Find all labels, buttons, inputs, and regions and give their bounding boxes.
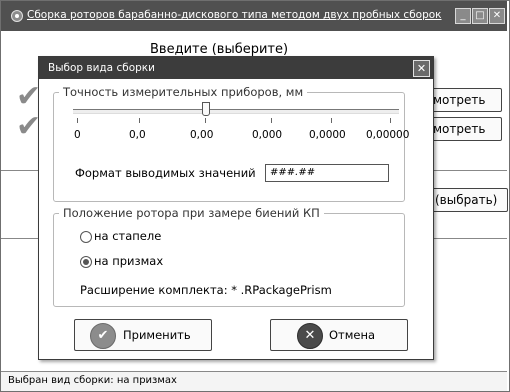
package-extension-text: Расширение комплекта: * .RPackagePrism — [80, 283, 332, 297]
main-content-title: Введите (выберите) — [150, 42, 289, 57]
dialog-title-bar: Выбор вида сборки ✕ — [39, 57, 433, 79]
cancel-button-label: Отмена — [329, 328, 376, 342]
scale-label-1: 0,0 — [129, 129, 146, 141]
cancel-button[interactable]: ✕ Отмена — [270, 319, 408, 351]
main-title-bar: Сборка роторов барабанно-дискового типа … — [1, 1, 507, 31]
scale-label-3: 0,000 — [252, 129, 283, 141]
close-button[interactable]: ✕ — [489, 8, 505, 24]
apply-button-label: Применить — [123, 328, 191, 342]
slider-tick — [139, 118, 140, 123]
slider-tick — [205, 118, 206, 123]
assembly-type-dialog: Выбор вида сборки ✕ Точность измерительн… — [38, 56, 434, 360]
maximize-button[interactable]: □ — [472, 8, 488, 24]
format-input[interactable] — [265, 164, 389, 182]
dialog-title: Выбор вида сборки — [48, 62, 155, 74]
main-window-title: Сборка роторов барабанно-дискового типа … — [27, 9, 442, 21]
scale-label-5: 0,00000 — [366, 129, 410, 141]
view-button-2[interactable]: мотреть — [428, 117, 502, 141]
format-label: Формат выводимых значений — [75, 166, 256, 180]
checkmark-icon: ✔ — [90, 323, 116, 349]
precision-group-legend: Точность измерительных приборов, мм — [59, 85, 308, 99]
select-button[interactable]: (выбрать) — [430, 188, 508, 212]
view-button-1[interactable]: мотреть — [428, 88, 502, 112]
dialog-close-button[interactable]: ✕ — [413, 60, 430, 77]
slider-tick — [390, 118, 391, 123]
window-menu-icon[interactable] — [11, 10, 23, 22]
radio-on-prisms[interactable] — [80, 256, 92, 268]
apply-button[interactable]: ✔ Применить — [74, 319, 212, 351]
precision-slider-thumb[interactable] — [202, 102, 210, 116]
scale-label-0: 0 — [74, 129, 81, 141]
scale-label-4: 0,0000 — [309, 129, 346, 141]
radio-on-stand-label[interactable]: на стапеле — [94, 229, 161, 243]
rotor-position-legend: Положение ротора при замере биений КП — [59, 206, 324, 220]
slider-tick — [271, 118, 272, 123]
precision-slider-track[interactable] — [73, 109, 399, 114]
slider-tick — [77, 118, 78, 123]
cancel-x-icon: ✕ — [297, 323, 323, 349]
radio-on-stand[interactable] — [80, 231, 92, 243]
scale-label-2: 0,00 — [190, 129, 214, 141]
minimize-button[interactable]: _ — [455, 8, 471, 24]
radio-on-prisms-label[interactable]: на призмах — [94, 254, 163, 268]
slider-tick — [331, 118, 332, 123]
status-text: Выбран вид сборки: на призмах — [8, 375, 177, 386]
